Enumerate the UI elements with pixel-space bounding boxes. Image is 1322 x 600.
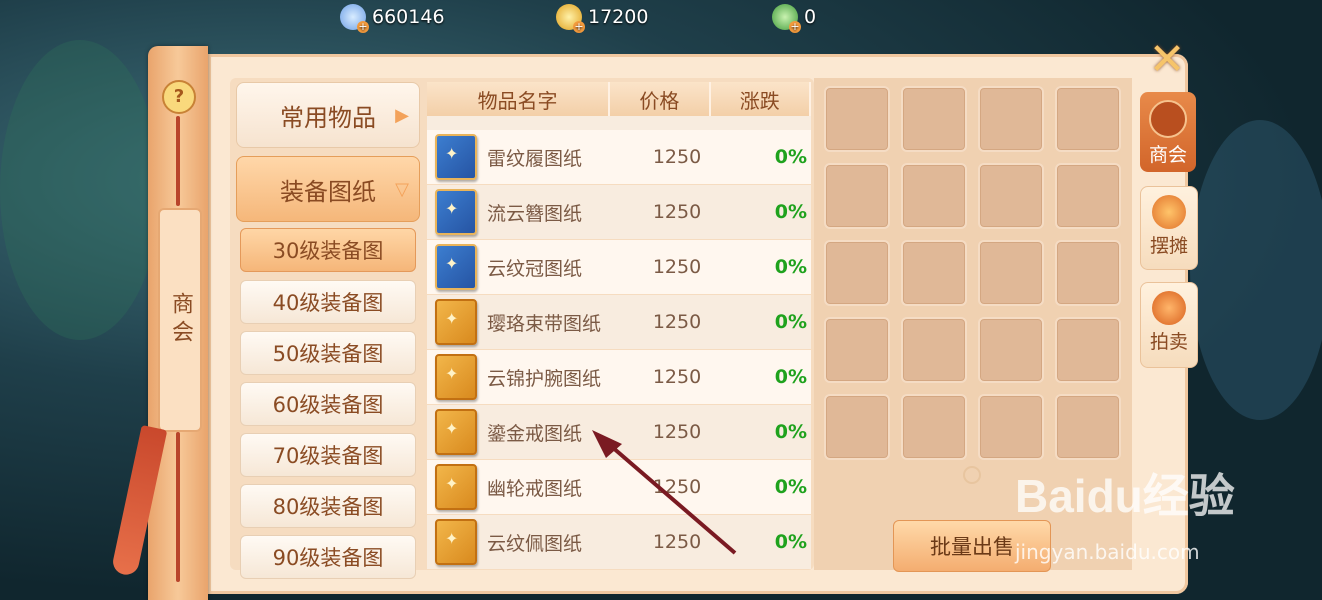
baidu-logo-watermark: Baidu经验	[1015, 470, 1235, 522]
watermark-url: jingyan.baidu.com	[1015, 540, 1200, 564]
